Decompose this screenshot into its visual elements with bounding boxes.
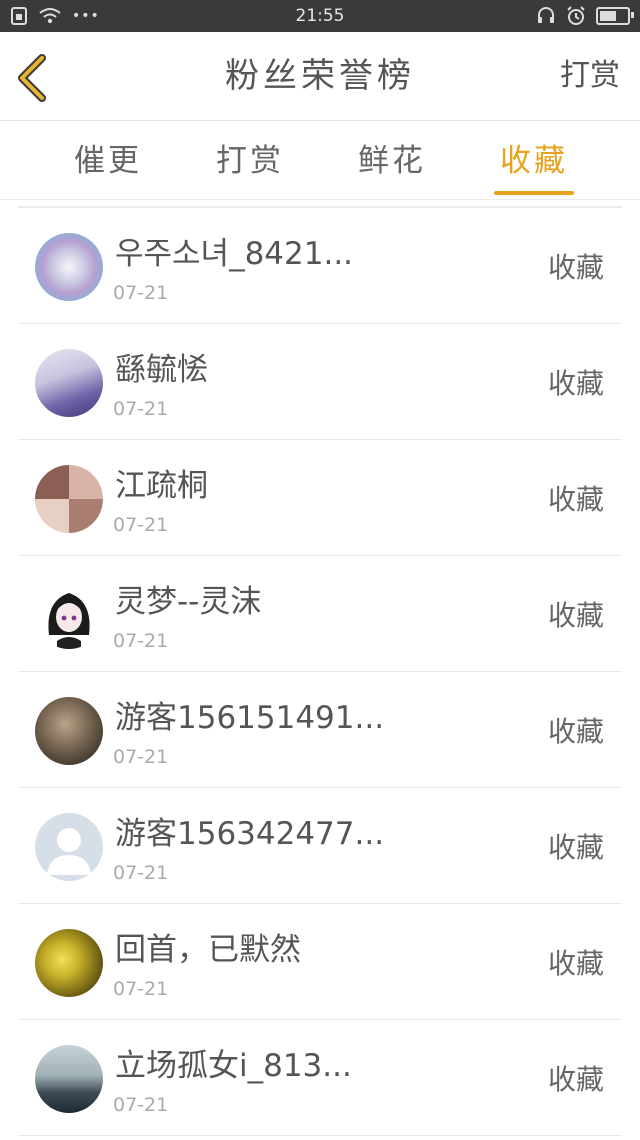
headset-icon [538,7,554,23]
action-label: 收藏 [547,599,604,632]
list-item[interactable]: 우주소녀_8421... 07-21 收藏 [18,208,622,324]
avatar [35,349,103,417]
status-bar: ••• 21:55 [0,0,640,32]
avatar [35,581,103,649]
default-user-icon [47,828,91,875]
user-name: 立场孤女i_813... [115,1048,352,1084]
action-label: 收藏 [547,483,604,516]
action-label: 收藏 [547,831,604,864]
user-name: 回首，已默然 [115,932,301,968]
list-item[interactable]: 回首，已默然 07-21 收藏 [18,904,622,1020]
tab-reward[interactable]: 打赏 [210,121,290,199]
status-right [536,0,634,32]
collect-date: 07-21 [113,978,169,1000]
anime-girl-avatar-icon [48,593,90,649]
action-label: 收藏 [547,1063,604,1096]
action-label: 收藏 [547,251,604,284]
tab-collect[interactable]: 收藏 [494,121,574,199]
tab-label: 收藏 [500,143,568,179]
avatar [35,1045,103,1113]
avatar [35,697,103,765]
active-tab-indicator [494,191,574,195]
list-item[interactable]: 游客156342477... 07-21 收藏 [18,788,622,904]
user-name: 江疏桐 [115,468,208,504]
alarm-icon [567,6,585,25]
collect-date: 07-21 [113,398,169,420]
collect-date: 07-21 [113,514,169,536]
list-item[interactable]: 繇毓恡 07-21 收藏 [18,324,622,440]
avatar [35,929,103,997]
tab-flowers[interactable]: 鲜花 [352,121,432,199]
user-name: 游客156151491... [115,700,385,736]
collect-date: 07-21 [113,282,169,304]
action-label: 收藏 [547,947,604,980]
user-name: 繇毓恡 [115,352,208,388]
reward-button[interactable]: 打赏 [560,32,620,120]
user-name: 우주소녀_8421... [115,236,354,272]
collect-date: 07-21 [113,746,169,768]
avatar [35,465,103,533]
tab-label: 催更 [74,143,142,179]
tab-label: 鲜花 [358,143,426,179]
collector-list: 우주소녀_8421... 07-21 收藏 繇毓恡 07-21 收藏 江疏桐 0… [18,206,622,1136]
action-label: 收藏 [547,715,604,748]
collect-date: 07-21 [113,1094,169,1116]
collect-date: 07-21 [113,862,169,884]
list-item[interactable]: 江疏桐 07-21 收藏 [18,440,622,556]
page-title: 粉丝荣誉榜 [225,56,415,96]
top-bar: 粉丝荣誉榜 打赏 [0,32,640,121]
tab-label: 打赏 [216,143,284,179]
tab-urge-update[interactable]: 催更 [68,121,148,199]
list-item[interactable]: 灵梦--灵沫 07-21 收藏 [18,556,622,672]
battery-icon [596,7,634,25]
user-name: 游客156342477... [115,816,385,852]
action-label: 收藏 [547,367,604,400]
user-name: 灵梦--灵沫 [115,584,262,620]
collect-date: 07-21 [113,630,169,652]
list-item[interactable]: 立场孤女i_813... 07-21 收藏 [18,1020,622,1136]
list-item[interactable]: 游客156151491... 07-21 收藏 [18,672,622,788]
avatar [35,233,103,301]
tab-bar: 催更 打赏 鲜花 收藏 [0,121,640,200]
avatar [35,813,103,881]
